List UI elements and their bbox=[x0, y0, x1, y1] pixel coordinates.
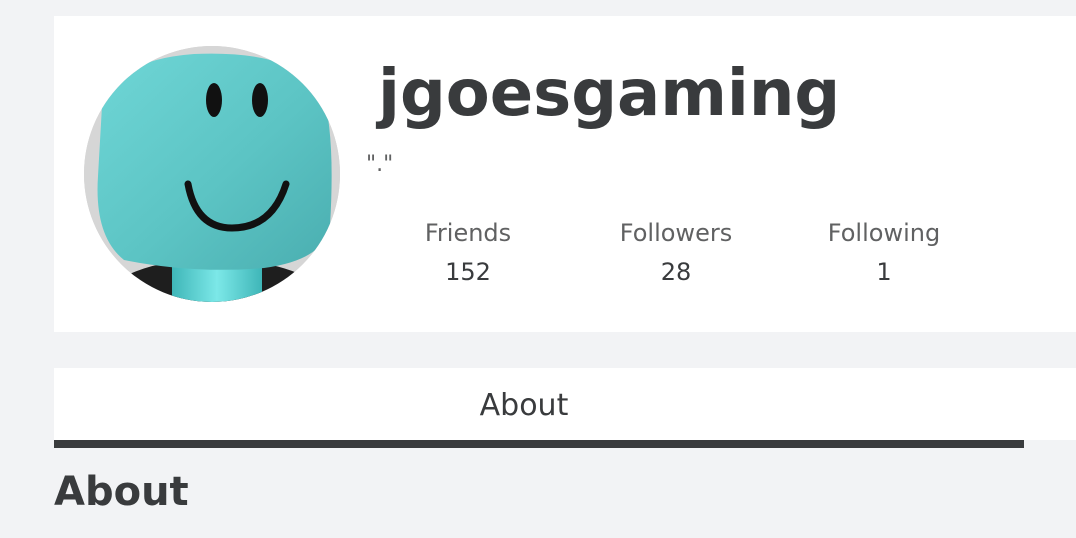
profile-header-card: jgoesgaming "." Friends 152 Followers 28… bbox=[54, 16, 1076, 332]
following-count: 1 bbox=[876, 258, 892, 286]
followers-stat[interactable]: Followers 28 bbox=[586, 216, 766, 292]
tab-bar-divider bbox=[1024, 440, 1076, 448]
tab-about-label: About bbox=[479, 388, 569, 423]
profile-status: "." bbox=[366, 152, 394, 177]
following-label: Following bbox=[827, 219, 941, 247]
avatar[interactable] bbox=[84, 46, 340, 302]
username: jgoesgaming bbox=[378, 57, 841, 131]
tab-about[interactable]: About bbox=[54, 368, 1024, 448]
tab-bar: About bbox=[54, 368, 1076, 448]
friends-label: Friends bbox=[424, 219, 512, 247]
about-section-title: About bbox=[54, 469, 189, 515]
friends-stat[interactable]: Friends 152 bbox=[378, 216, 558, 292]
smiley-avatar-icon bbox=[84, 46, 340, 302]
followers-label: Followers bbox=[619, 219, 733, 247]
active-tab-indicator bbox=[54, 440, 1024, 448]
following-stat[interactable]: Following 1 bbox=[794, 216, 974, 292]
followers-count: 28 bbox=[660, 258, 692, 286]
friends-count: 152 bbox=[445, 258, 491, 286]
